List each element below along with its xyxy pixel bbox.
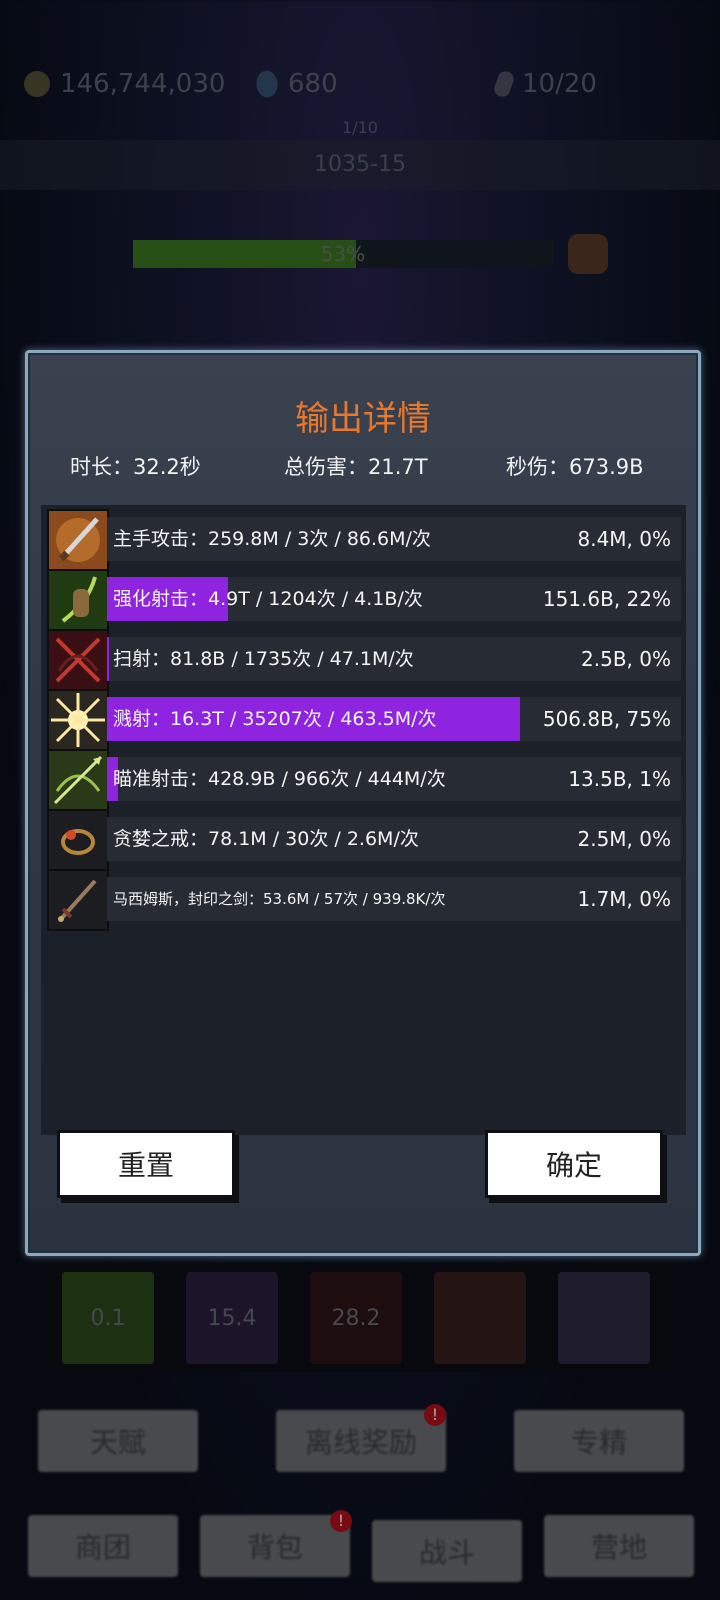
- sealed-sword-icon: [47, 869, 109, 931]
- crossed-bow-icon: [47, 629, 109, 691]
- skill-damage-text: 强化射击：4.9T / 1204次 / 4.1B/次: [113, 588, 423, 610]
- burst-icon: [47, 689, 109, 751]
- ring-icon: [47, 809, 109, 871]
- skill-damage-text: 贪婪之戒：78.1M / 30次 / 2.6M/次: [113, 828, 419, 850]
- confirm-button[interactable]: 确定: [488, 1133, 660, 1195]
- damage-details-dialog: 输出详情 时长：32.2秒 总伤害：21.7T 秒伤：673.9B 主手攻击：2…: [25, 350, 701, 1256]
- duration-stat: 时长：32.2秒: [70, 455, 201, 479]
- damage-row: 强化射击：4.9T / 1204次 / 4.1B/次 151.6B, 22%: [47, 569, 681, 631]
- skill-damage-value: 13.5B, 1%: [568, 767, 671, 791]
- skill-damage-text: 溅射：16.3T / 35207次 / 463.5M/次: [113, 708, 437, 730]
- skill-damage-value: 8.4M, 0%: [577, 527, 671, 551]
- damage-row: 扫射：81.8B / 1735次 / 47.1M/次 2.5B, 0%: [47, 629, 681, 691]
- reset-button[interactable]: 重置: [60, 1133, 232, 1195]
- damage-row: 瞄准射击：428.9B / 966次 / 444M/次 13.5B, 1%: [47, 749, 681, 811]
- damage-share-bar: [107, 637, 109, 681]
- dialog-title: 输出详情: [295, 399, 431, 439]
- skill-damage-value: 2.5B, 0%: [581, 647, 671, 671]
- damage-row: 溅射：16.3T / 35207次 / 463.5M/次 506.8B, 75%: [47, 689, 681, 751]
- skill-damage-text: 主手攻击：259.8M / 3次 / 86.6M/次: [113, 528, 431, 550]
- damage-list: 主手攻击：259.8M / 3次 / 86.6M/次 8.4M, 0% 强化射击…: [41, 505, 686, 1135]
- sword-slash-icon: [47, 509, 109, 571]
- damage-row: 马西姆斯，封印之剑：53.6M / 57次 / 939.8K/次 1.7M, 0…: [47, 869, 681, 931]
- total-damage-stat: 总伤害：21.7T: [284, 455, 428, 479]
- skill-damage-text: 扫射：81.8B / 1735次 / 47.1M/次: [113, 648, 414, 670]
- skill-damage-text: 马西姆斯，封印之剑：53.6M / 57次 / 939.8K/次: [113, 890, 446, 908]
- skill-damage-value: 151.6B, 22%: [542, 587, 671, 611]
- skill-damage-value: 2.5M, 0%: [577, 827, 671, 851]
- summary-stats: 时长：32.2秒 总伤害：21.7T 秒伤：673.9B: [28, 451, 698, 491]
- skill-damage-value: 1.7M, 0%: [577, 887, 671, 911]
- dps-stat: 秒伤：673.9B: [506, 455, 644, 479]
- aimed-arrow-icon: [47, 749, 109, 811]
- bow-hand-icon: [47, 569, 109, 631]
- damage-row: 主手攻击：259.8M / 3次 / 86.6M/次 8.4M, 0%: [47, 509, 681, 571]
- skill-damage-value: 506.8B, 75%: [542, 707, 671, 731]
- damage-row: 贪婪之戒：78.1M / 30次 / 2.6M/次 2.5M, 0%: [47, 809, 681, 871]
- skill-damage-text: 瞄准射击：428.9B / 966次 / 444M/次: [113, 768, 446, 790]
